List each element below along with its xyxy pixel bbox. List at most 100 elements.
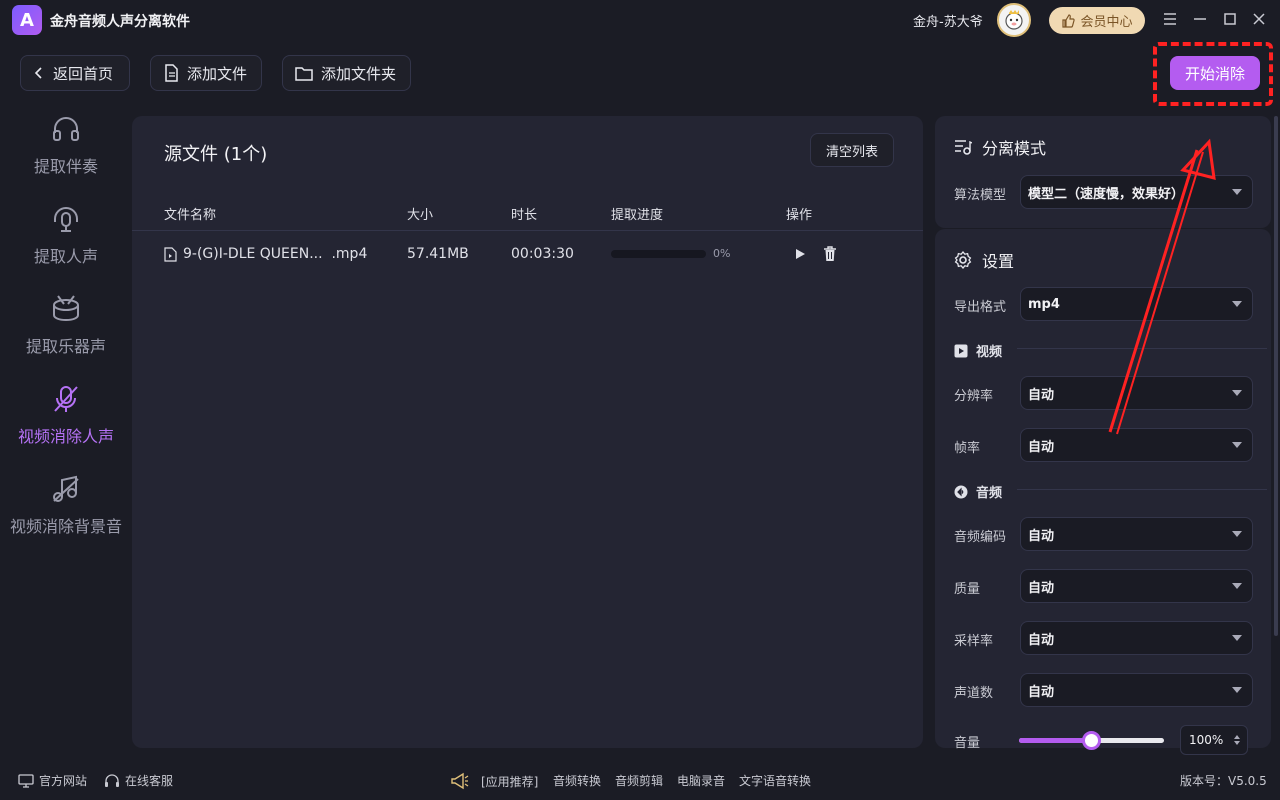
file-size: 57.41MB [407,246,469,262]
sidebar-item-label: 视频消除人声 [17,427,114,446]
quality-select[interactable]: 自动 [1020,569,1253,603]
samplerate-select[interactable]: 自动 [1020,621,1253,655]
official-website-label: 官方网站 [39,774,88,788]
resolution-label: 分辨率 [954,389,994,404]
audio-codec-label: 音频编码 [954,530,1007,545]
separation-mode-heading: 分离模式 [954,135,1046,159]
minimize-button[interactable] [1189,8,1211,30]
chevron-down-icon [1232,635,1242,641]
audio-section-divider [1017,489,1267,490]
megaphone-icon [451,772,469,790]
chevron-down-icon [1232,189,1242,195]
add-folder-button[interactable]: 添加文件夹 [282,55,411,91]
samplerate-value: 自动 [1028,632,1055,648]
sidebar-item-label: 提取乐器声 [25,337,106,356]
sidebar-item-extract-instruments[interactable]: 提取乐器声 [0,282,132,368]
audio-section-title: 音频 [976,486,1003,501]
headset-icon [105,773,119,787]
samplerate-label: 采样率 [954,634,994,649]
vip-label: 会员中心 [1080,15,1133,30]
app-recommend-label: [应用推荐] [481,774,539,789]
volume-value: 100 [1189,733,1212,747]
user-name[interactable]: 金舟-苏大爷 [913,11,983,30]
avatar[interactable] [997,3,1031,37]
online-support-link[interactable]: 在线客服 [104,772,173,789]
column-header-progress: 提取进度 [611,208,664,223]
chevron-down-icon [1232,583,1242,589]
resolution-select[interactable]: 自动 [1020,376,1253,410]
trash-icon [824,246,836,261]
export-format-select[interactable]: mp4 [1020,287,1253,321]
back-home-label: 返回首页 [53,64,114,83]
folder-icon [295,67,313,81]
clear-list-button[interactable]: 清空列表 [810,133,894,167]
official-website-link[interactable]: 官方网站 [18,772,87,789]
file-duration: 00:03:30 [511,246,574,262]
column-header-name: 文件名称 [164,208,217,223]
video-section-heading: 视频 [954,341,1002,360]
framerate-value: 自动 [1028,439,1055,455]
footer-link-audio-edit[interactable]: 音频剪辑 [615,772,663,789]
table-header-divider [132,230,923,231]
separation-mode-title: 分离模式 [982,139,1047,158]
footer-link-text-speech[interactable]: 文字语音转换 [739,772,811,789]
volume-input[interactable]: 100% [1180,725,1248,755]
start-remove-button[interactable]: 开始消除 [1170,56,1260,90]
sidebar-item-extract-vocals[interactable]: 提取人声 [0,192,132,278]
close-button[interactable] [1248,8,1270,30]
volume-slider-fill [1019,738,1092,743]
mic-off-icon [54,386,78,412]
quality-value: 自动 [1028,580,1055,596]
add-file-label: 添加文件 [187,64,248,83]
table-row[interactable]: 9-(G)I-DLE QUEEN... .mp4 [164,246,367,262]
play-icon [796,249,805,259]
settings-scrollbar[interactable] [1274,116,1278,636]
audio-icon [954,485,968,498]
export-format-value: mp4 [1028,296,1060,312]
headphones-icon [53,117,79,141]
volume-slider-thumb[interactable] [1082,731,1101,750]
back-home-button[interactable]: 返回首页 [20,55,130,91]
footer-link-audio-convert[interactable]: 音频转换 [553,772,601,789]
separation-mode-icon [955,140,972,155]
maximize-button[interactable] [1219,8,1241,30]
file-icon [165,64,178,82]
online-support-label: 在线客服 [125,774,174,788]
model-value: 模型二（速度慢，效果好） [1028,186,1185,202]
sidebar-item-video-remove-background[interactable]: 视频消除背景音 [0,462,132,548]
delete-button[interactable] [821,245,839,263]
add-folder-label: 添加文件夹 [321,64,397,83]
add-file-button[interactable]: 添加文件 [150,55,262,91]
channels-select[interactable]: 自动 [1020,673,1253,707]
model-label: 算法模型 [954,188,1007,203]
play-button[interactable] [791,245,809,263]
video-section-divider [1017,348,1267,349]
footer-link-pc-record[interactable]: 电脑录音 [677,772,725,789]
volume-unit: % [1211,733,1224,747]
model-select[interactable]: 模型二（速度慢，效果好） [1020,175,1253,209]
chevron-left-icon [34,67,42,79]
column-header-size: 大小 [407,208,434,223]
channels-value: 自动 [1028,684,1055,700]
sidebar-item-video-remove-vocals[interactable]: 视频消除人声 [0,372,132,458]
stepper-arrows-icon[interactable] [1233,734,1241,746]
app-logo: A [12,5,42,35]
vip-center-button[interactable]: 会员中心 [1049,7,1145,34]
menu-button[interactable] [1159,8,1181,30]
resolution-value: 自动 [1028,387,1055,403]
headset-mic-icon [54,207,78,232]
sidebar-item-extract-accompaniment[interactable]: 提取伴奏 [0,102,132,188]
column-header-duration: 时长 [511,208,538,223]
audio-codec-select[interactable]: 自动 [1020,517,1253,551]
volume-label: 音量 [954,736,981,751]
export-format-label: 导出格式 [954,300,1007,315]
quality-label: 质量 [954,582,981,597]
framerate-select[interactable]: 自动 [1020,428,1253,462]
version-label: 版本号：V5.0.5 [1180,774,1267,788]
settings-title: 设置 [982,252,1015,271]
chevron-down-icon [1232,687,1242,693]
gear-icon [954,251,972,269]
chevron-down-icon [1232,531,1242,537]
maximize-icon [1224,13,1236,25]
progress-bar [611,250,706,258]
